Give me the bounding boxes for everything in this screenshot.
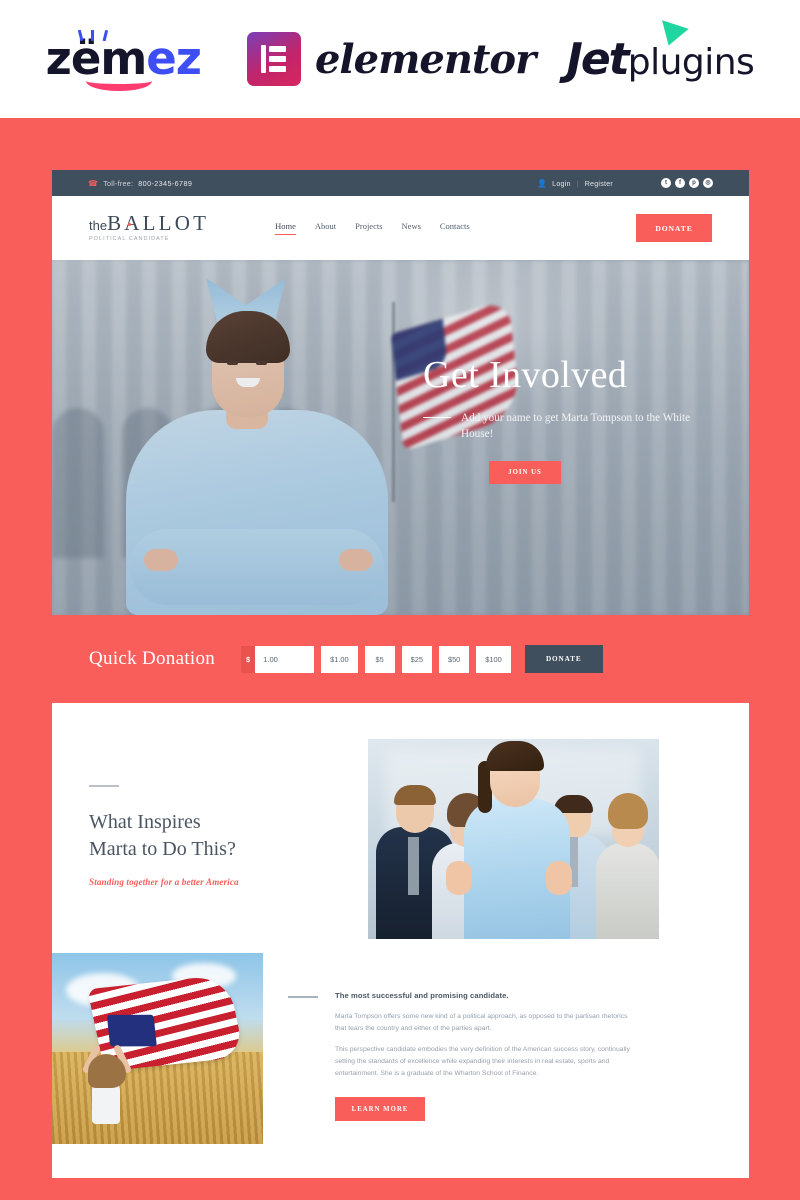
- currency-symbol: $: [241, 645, 256, 673]
- nav-item-projects[interactable]: Projects: [355, 221, 382, 235]
- topbar-phone: ☎ Toll-free: 800-2345-6789: [88, 179, 192, 188]
- quick-donation-controls: $ $1.00 $5 $25 $50 $100 DONATE: [241, 645, 603, 673]
- inspire-heading-block: What Inspires Marta to Do This? Standing…: [52, 739, 349, 939]
- elementor-wordmark: elementor: [314, 35, 536, 83]
- inspire-tagline: Standing together for a better America: [89, 876, 239, 887]
- zemez-smile-icon: [85, 71, 152, 91]
- inspire-lead-text: The most successful and promising candid…: [335, 991, 509, 1000]
- header-donate-button[interactable]: DONATE: [636, 214, 712, 242]
- hero-subtitle: Add your name to get Marta Tompson to th…: [461, 412, 691, 441]
- register-link[interactable]: Register: [585, 179, 613, 188]
- website-mockup-frame: ☎ Toll-free: 800-2345-6789 👤 Login | Reg…: [52, 170, 749, 1178]
- preset-amount-100[interactable]: $100: [476, 645, 511, 673]
- twitter-icon[interactable]: t: [661, 178, 671, 188]
- topbar-auth: 👤 Login | Register: [537, 179, 613, 188]
- inspire-heading: What Inspires Marta to Do This?: [89, 809, 349, 864]
- elementor-logo: elementor: [246, 32, 536, 86]
- partner-logo-strip: zëmez elementor Jet plugins: [0, 0, 800, 118]
- preset-amount-50[interactable]: $50: [438, 645, 470, 673]
- inspire-text-block: The most successful and promising candid…: [263, 953, 657, 1144]
- donation-amount-input[interactable]: [255, 645, 315, 673]
- inspire-bottom-spacer: [52, 1144, 749, 1178]
- team-photo: [368, 739, 659, 939]
- rss-icon[interactable]: ◎: [703, 178, 713, 188]
- hero-dash-decoration: [423, 417, 451, 419]
- zemez-tick-icon: [77, 30, 108, 42]
- nav-item-news[interactable]: News: [402, 221, 421, 235]
- site-header: the BALLOT POLITICAL CANDIDATE Home Abou…: [52, 196, 749, 260]
- phone-label: Toll-free:: [103, 178, 134, 188]
- inspire-heading-line2: Marta to Do This?: [89, 838, 236, 861]
- nav-item-home[interactable]: Home: [275, 221, 296, 236]
- preset-amount-25[interactable]: $25: [401, 645, 432, 673]
- jetplugins-wordmark-light: plugins: [627, 41, 755, 83]
- template-preview-background: ☎ Toll-free: 800-2345-6789 👤 Login | Reg…: [0, 118, 800, 1200]
- pinterest-icon[interactable]: p: [689, 178, 699, 188]
- quick-donation-section: Quick Donation $ $1.00 $5 $25 $50 $100 D…: [52, 615, 749, 703]
- inspire-heading-line1: What Inspires: [89, 810, 201, 833]
- jetplugins-logo: Jet plugins: [566, 19, 755, 85]
- main-navigation: Home About Projects News Contacts: [275, 221, 470, 236]
- flag-field-photo: [52, 953, 263, 1144]
- jetplugins-wordmark-bold: Jet: [566, 33, 629, 85]
- elementor-badge-icon: [246, 32, 301, 86]
- inspire-section: What Inspires Marta to Do This? Standing…: [52, 703, 749, 1178]
- preset-amount-5[interactable]: $5: [364, 645, 395, 673]
- facebook-icon[interactable]: f: [675, 178, 685, 188]
- quick-donation-title: Quick Donation: [89, 648, 216, 669]
- auth-separator: |: [576, 178, 579, 188]
- learn-more-button[interactable]: LEARN MORE: [335, 1097, 425, 1122]
- preset-amount-1[interactable]: $1.00: [321, 645, 358, 673]
- zemez-logo: zëmez: [46, 28, 216, 91]
- phone-icon: ☎: [88, 178, 99, 188]
- logo-dot-icon: [127, 222, 131, 226]
- inspire-paragraph-2: This perspective candidate embodies the …: [335, 1046, 630, 1078]
- user-icon: 👤: [537, 178, 548, 188]
- quick-donation-donate-button[interactable]: DONATE: [524, 645, 603, 673]
- inspire-paragraph-1: Marta Tompson offers some new kind of a …: [335, 1013, 628, 1033]
- logo-ballot-text: BALLOT: [107, 211, 210, 236]
- inspire-rule-decoration: [89, 785, 119, 787]
- inspire-bottom-row: The most successful and promising candid…: [52, 953, 749, 1144]
- hero-title: Get Involved: [423, 354, 628, 396]
- inspire-top-row: What Inspires Marta to Do This? Standing…: [52, 739, 749, 939]
- hero-section: Get Involved Add your name to get Marta …: [52, 260, 749, 615]
- nav-item-contacts[interactable]: Contacts: [440, 221, 470, 235]
- logo-subtitle: POLITICAL CANDIDATE: [89, 236, 170, 243]
- inspire-text-rule-decoration: [288, 996, 318, 998]
- site-logo[interactable]: the BALLOT POLITICAL CANDIDATE: [89, 213, 209, 242]
- site-topbar: ☎ Toll-free: 800-2345-6789 👤 Login | Reg…: [52, 170, 749, 196]
- hero-join-us-button[interactable]: JOIN US: [489, 461, 561, 485]
- topbar-right: 👤 Login | Register t f p ◎: [537, 178, 713, 188]
- social-links: t f p ◎: [661, 178, 713, 188]
- login-link[interactable]: Login: [552, 179, 571, 188]
- logo-the-text: the: [89, 218, 108, 234]
- nav-item-about[interactable]: About: [315, 221, 336, 235]
- hero-copy: Get Involved Add your name to get Marta …: [423, 354, 723, 485]
- donation-amount-group: $: [241, 645, 315, 673]
- phone-number: 800-2345-6789: [138, 178, 193, 188]
